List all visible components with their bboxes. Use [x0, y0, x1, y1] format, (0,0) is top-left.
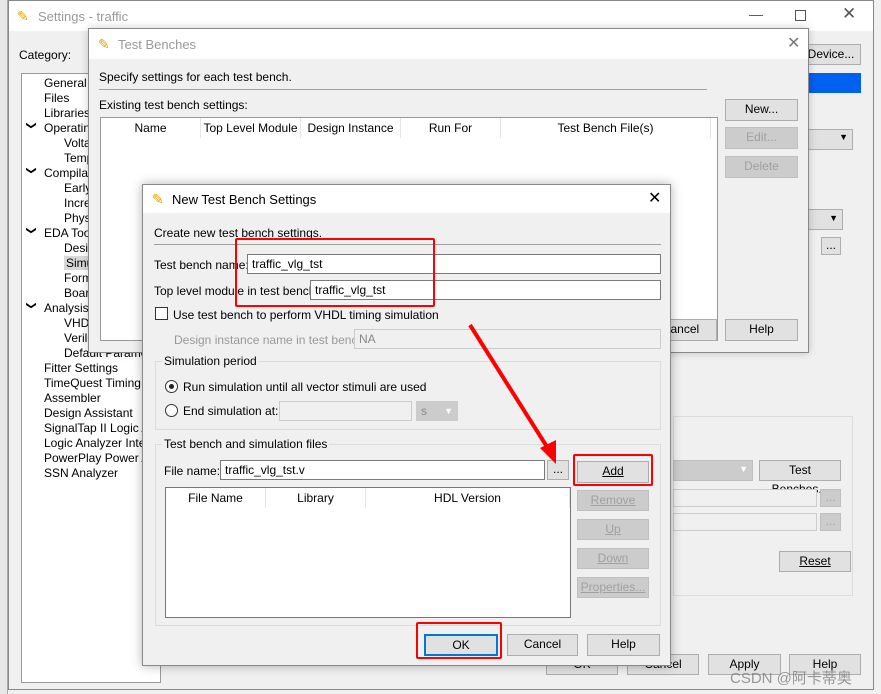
arrow-annotation — [468, 323, 556, 464]
watermark: CSDN @阿卡蒂奥 — [730, 670, 852, 687]
